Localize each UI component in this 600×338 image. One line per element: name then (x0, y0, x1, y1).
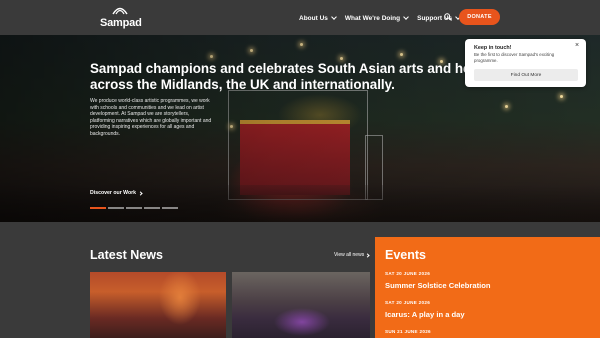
nav-item-about-us[interactable]: About Us (299, 14, 337, 22)
popup-title: Keep in touch! (474, 45, 512, 51)
event-date: SAT 20 JUNE 2026 (385, 271, 431, 276)
event-date: SUN 21 JUNE 2026 (385, 329, 431, 334)
hero-title-line: Sampad champions and celebrates South As… (90, 61, 500, 76)
discover-our-work-link[interactable]: Discover our Work (90, 190, 143, 196)
hero-title-line: across the Midlands, the UK and internat… (90, 77, 395, 92)
view-all-news-link[interactable]: View all news (334, 252, 370, 258)
link-label: Discover our Work (90, 190, 137, 196)
latest-news-heading: Latest News (90, 248, 163, 262)
news-card-image[interactable] (90, 272, 226, 338)
hero-description: We produce world-class artistic programm… (90, 98, 212, 137)
logo-text: Sampad (100, 17, 142, 29)
chevron-down-icon (403, 14, 409, 20)
find-out-more-button[interactable]: Find Out More (474, 69, 578, 81)
site-header: Sampad About Us What We're Doing Support… (0, 0, 600, 35)
search-icon[interactable] (444, 13, 452, 21)
link-label: View all news (334, 252, 365, 258)
popup-text: Be the first to discover Sampad's exciti… (474, 52, 555, 63)
event-title-link[interactable]: Icarus: A play in a day (385, 310, 465, 319)
nav-label: About Us (299, 14, 328, 22)
newsletter-popup: Keep in touch! × Be the first to discove… (465, 39, 586, 87)
events-panel: Events SAT 20 JUNE 2026 Summer Solstice … (375, 237, 600, 338)
nav-label: What We're Doing (344, 14, 401, 22)
slide-indicators (90, 207, 180, 209)
donate-button[interactable]: DONATE (459, 9, 500, 25)
nav-item-what-were-doing[interactable]: What We're Doing (344, 14, 409, 22)
hero-title: Sampad champions and celebrates South As… (90, 61, 500, 93)
logo-mark-icon (112, 7, 128, 15)
nav-item-support-us[interactable]: Support Us (417, 14, 461, 22)
slide-dot[interactable] (90, 207, 106, 209)
slide-dot[interactable] (144, 207, 160, 209)
events-heading: Events (385, 248, 426, 262)
chevron-right-icon (138, 190, 143, 196)
news-card-image[interactable] (232, 272, 370, 338)
event-title-link[interactable]: Summer Solstice Celebration (385, 281, 491, 290)
slide-dot[interactable] (162, 207, 178, 209)
event-date: SAT 20 JUNE 2026 (385, 300, 431, 305)
chevron-right-icon (365, 252, 370, 258)
slide-dot[interactable] (126, 207, 142, 209)
chevron-down-icon (331, 14, 337, 20)
sampad-logo[interactable]: Sampad (100, 5, 142, 30)
close-icon[interactable]: × (575, 42, 579, 49)
slide-dot[interactable] (108, 207, 124, 209)
